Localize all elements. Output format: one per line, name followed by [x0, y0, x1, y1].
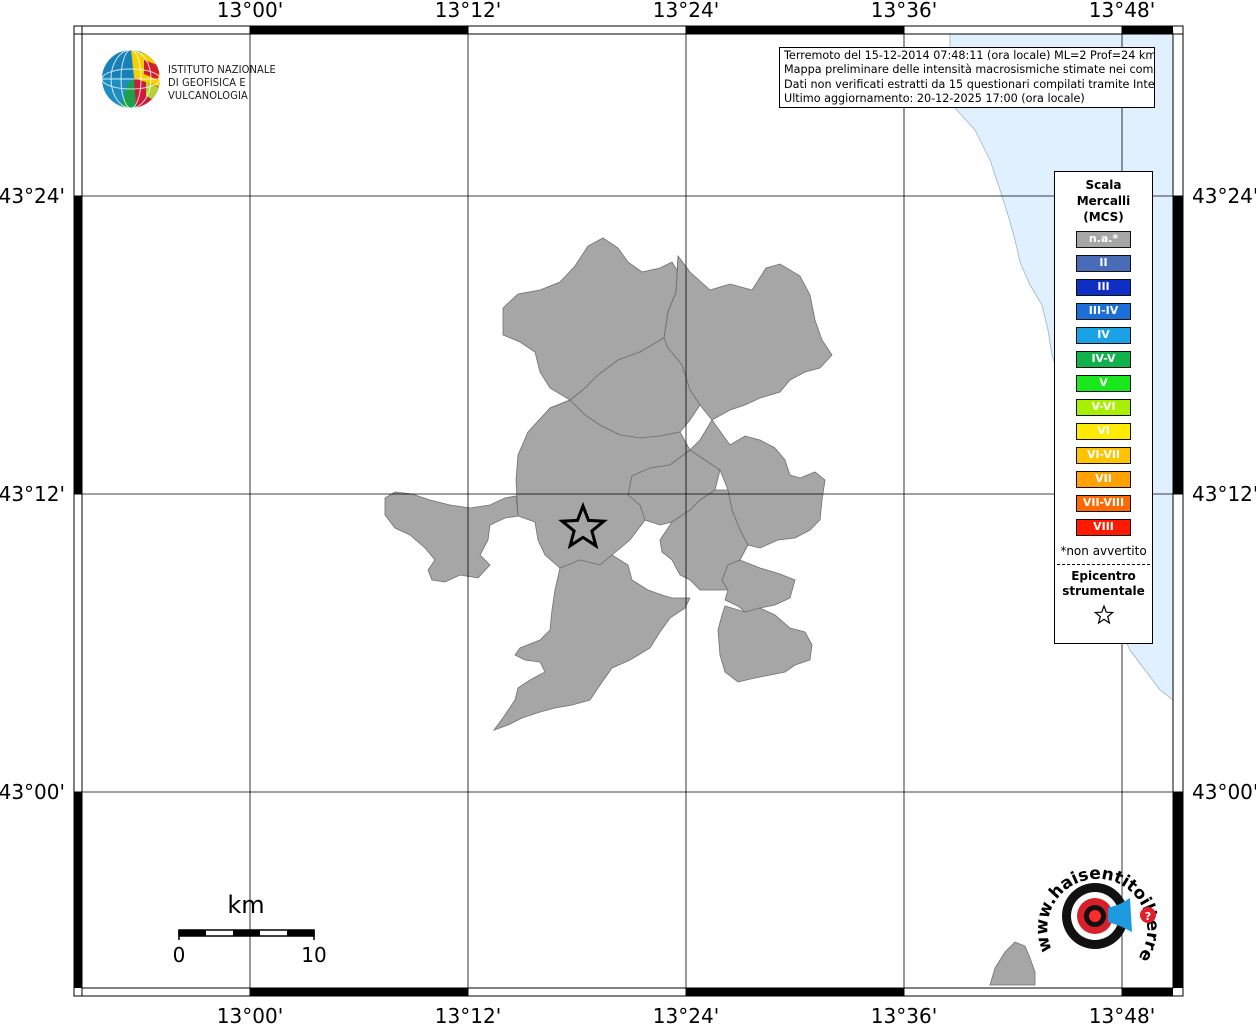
- legend-item: VII-VIII: [1076, 495, 1131, 512]
- scale-max-label: 10: [301, 943, 326, 967]
- svg-text:?: ?: [1145, 910, 1151, 923]
- lon-label-top-5: 13°48': [1089, 0, 1155, 22]
- legend-epicenter-line-2: strumentale: [1062, 584, 1145, 598]
- legend-item: IV-V: [1076, 351, 1131, 368]
- legend-item: n.a.*: [1076, 231, 1131, 248]
- lat-label-right-3: 43°00': [1192, 780, 1256, 804]
- legend-title-line-1: Scala: [1085, 178, 1122, 192]
- legend-item: VIII: [1076, 519, 1131, 536]
- legend-item: V-VI: [1076, 399, 1131, 416]
- scale-bar: km 0 10: [170, 885, 330, 975]
- municipality-west: [384, 491, 519, 583]
- municipality-south-east: [717, 605, 813, 683]
- legend-item: VI-VII: [1076, 447, 1131, 464]
- lon-label-bottom-1: 13°00': [217, 1004, 283, 1024]
- lat-label-right-1: 43°24': [1192, 184, 1256, 208]
- map-container: 13°00' 13°12' 13°24' 13°36' 13°48' 13°00…: [0, 0, 1256, 1028]
- legend-item: III: [1076, 279, 1131, 296]
- scale-unit-label: km: [227, 891, 264, 919]
- legend-item: VI: [1076, 423, 1131, 440]
- legend-items: n.a.* II III III-IV IV IV-V V V-VI VI VI-VII VII VI…: [1055, 231, 1152, 536]
- ingv-line-2: DI GEOFISICA E VULCANOLOGIA: [168, 76, 248, 102]
- event-info-line-1: Terremoto del 15-12-2014 07:48:11 (ora l…: [784, 49, 1155, 62]
- lon-label-bottom-5: 13°48': [1089, 1004, 1155, 1024]
- legend-star-icon: [1055, 604, 1152, 629]
- lon-label-top-1: 13°00': [217, 0, 283, 22]
- legend-item: III-IV: [1076, 303, 1131, 320]
- lon-label-bottom-3: 13°24': [653, 1004, 719, 1024]
- event-info-line-3: Dati non verificati estratti da 15 quest…: [784, 77, 1155, 91]
- lon-label-top-3: 13°24': [653, 0, 719, 22]
- scale-min-label: 0: [173, 943, 186, 967]
- municipality-south: [492, 554, 691, 731]
- legend-epicenter-line-1: Epicentro: [1071, 569, 1136, 583]
- lon-label-top-4: 13°36': [871, 0, 937, 22]
- lon-label-top-2: 13°12': [435, 0, 501, 22]
- lat-label-right-2: 43°12': [1192, 482, 1256, 506]
- event-info-box: Terremoto del 15-12-2014 07:48:11 (ora l…: [779, 47, 1155, 108]
- municipality-south-east-small: [721, 559, 796, 613]
- ingv-logo-text: ISTITUTO NAZIONALE DI GEOFISICA E VULCAN…: [168, 63, 320, 102]
- legend-item: VII: [1076, 471, 1131, 488]
- legend-item: II: [1076, 255, 1131, 272]
- globe-icon: [101, 49, 161, 109]
- intensity-legend: Scala Mercalli (MCS) n.a.* II III III-IV IV I…: [1054, 171, 1153, 644]
- lat-label-left-1: 43°24': [0, 184, 65, 208]
- ingv-logo[interactable]: ISTITUTO NAZIONALE DI GEOFISICA E VULCAN…: [100, 47, 320, 111]
- legend-epicenter-label: Epicentro strumentale: [1055, 569, 1152, 599]
- event-info-line-4: Ultimo aggiornamento: 20-12-2025 17:00 (…: [784, 91, 1085, 105]
- legend-item: V: [1076, 375, 1131, 392]
- ingv-line-1: ISTITUTO NAZIONALE: [168, 63, 276, 76]
- island: [989, 941, 1036, 986]
- legend-title: Scala Mercalli (MCS): [1055, 177, 1152, 225]
- lat-label-left-2: 43°12': [0, 482, 65, 506]
- lon-label-bottom-2: 13°12': [435, 1004, 501, 1024]
- legend-note: *non avvertito: [1060, 544, 1147, 558]
- legend-separator: [1057, 564, 1150, 565]
- legend-title-line-3: (MCS): [1083, 210, 1124, 224]
- lat-label-left-3: 43°00': [0, 780, 65, 804]
- municipalities: [384, 237, 1036, 986]
- event-info-line-2: Mappa preliminare delle intensità macros…: [784, 63, 1155, 77]
- legend-title-line-2: Mercalli: [1076, 194, 1131, 208]
- lon-label-bottom-4: 13°36': [871, 1004, 937, 1024]
- legend-item: IV: [1076, 327, 1131, 344]
